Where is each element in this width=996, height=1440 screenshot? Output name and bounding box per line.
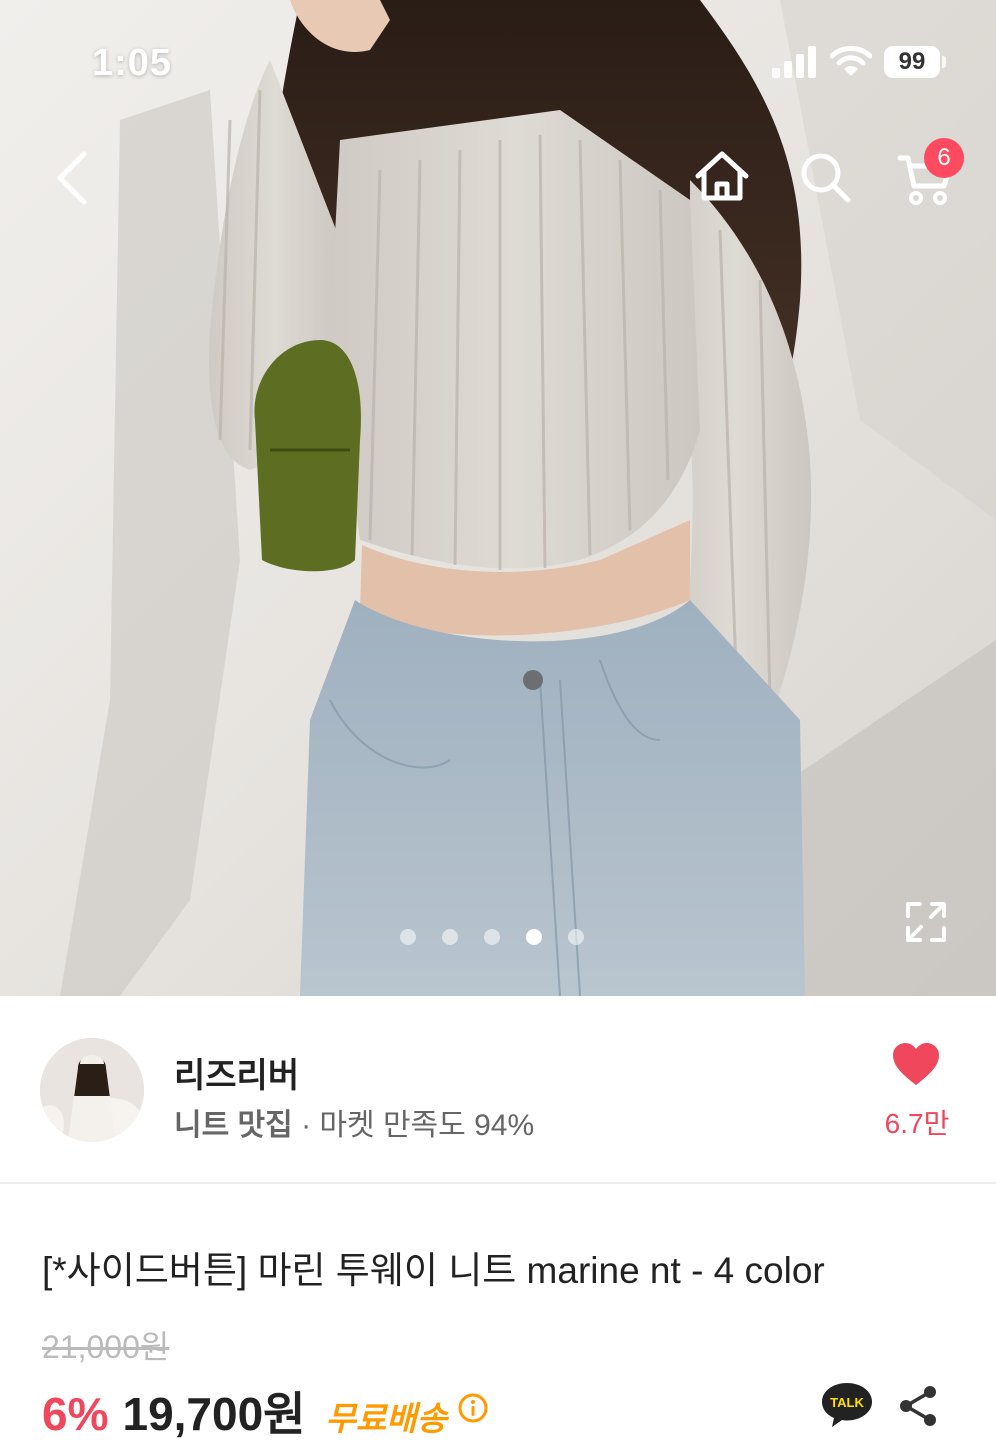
battery-indicator: 99 (884, 46, 946, 78)
shop-meta: 니트 맛집 · 마켓 만족도 94% (174, 1100, 534, 1144)
product-image-gallery[interactable]: 1:05 99 6 (0, 0, 996, 996)
product-title: [*사이드버튼] 마린 투웨이 니트 marine nt - 4 color (42, 1250, 825, 1291)
avatar-image (40, 1038, 144, 1142)
status-bar: 1:05 99 (0, 0, 996, 130)
expand-icon (906, 902, 946, 942)
expand-image-button[interactable] (902, 898, 950, 946)
search-icon (801, 153, 851, 203)
section-divider (0, 1182, 996, 1184)
shop-name[interactable]: 리즈리버 (174, 1048, 299, 1097)
home-button[interactable] (690, 146, 754, 210)
discount-rate: 6% (42, 1388, 109, 1440)
home-icon (695, 151, 749, 201)
signal-icon (772, 46, 816, 78)
kakao-talk-button[interactable]: TALK (820, 1380, 874, 1430)
wifi-icon (830, 46, 872, 76)
heart-icon (893, 1043, 939, 1085)
pager-dot[interactable] (568, 929, 584, 945)
like-count: 6.7만 (884, 1108, 950, 1139)
shop-tag: 니트 맛집 (174, 1109, 293, 1142)
pager-dot-active[interactable] (526, 929, 542, 945)
status-time: 1:05 (92, 42, 173, 84)
back-button[interactable] (50, 146, 98, 210)
pager-dot[interactable] (484, 929, 500, 945)
talk-label: TALK (830, 1395, 864, 1410)
image-pager (400, 929, 584, 949)
chevron-left-icon (57, 151, 87, 205)
battery-level: 99 (898, 48, 926, 75)
share-button[interactable] (896, 1384, 940, 1428)
search-button[interactable] (794, 146, 858, 210)
kakao-talk-icon: TALK (822, 1383, 872, 1427)
like-button[interactable]: 6.7만 (872, 1042, 962, 1139)
info-icon[interactable] (457, 1392, 489, 1424)
share-icon (900, 1386, 936, 1426)
free-shipping-label: 무료배송 (325, 1400, 447, 1437)
pager-dot[interactable] (400, 929, 416, 945)
price-row: 6% 19,700원 무료배송 (42, 1378, 489, 1440)
original-price: 21,000원 (42, 1329, 170, 1365)
shop-satisfaction: · 마켓 만족도 94% (292, 1109, 535, 1142)
pager-dot[interactable] (442, 929, 458, 945)
sale-price: 19,700원 (122, 1388, 306, 1440)
shop-avatar[interactable] (40, 1038, 144, 1142)
shop-info[interactable]: 리즈리버 니트 맛집 · 마켓 만족도 94% 6.7만 (0, 996, 996, 1182)
cart-count-badge: 6 (924, 138, 964, 178)
